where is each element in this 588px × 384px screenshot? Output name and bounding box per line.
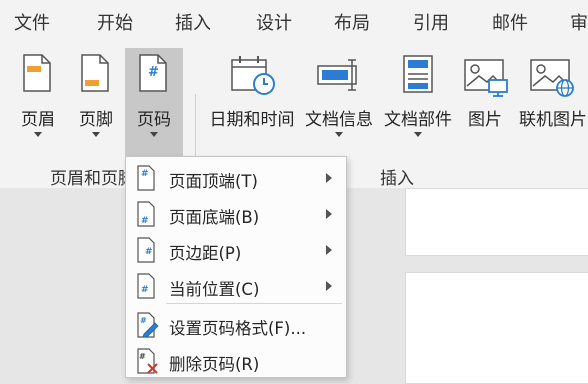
chevron-down-icon — [150, 132, 158, 137]
online-picture-icon — [530, 59, 574, 97]
group-label-insert: 插入 — [380, 169, 414, 189]
menu-design[interactable]: 设计 — [256, 9, 292, 35]
footer-icon — [81, 54, 109, 92]
menu-review[interactable]: 审 — [570, 9, 588, 35]
header-button[interactable]: 页眉 — [10, 48, 66, 164]
svg-text:#: # — [141, 169, 149, 179]
menu-layout[interactable]: 布局 — [334, 9, 370, 35]
menu-references[interactable]: 引用 — [413, 9, 449, 35]
format-page-number-icon: # — [137, 312, 159, 338]
chevron-down-icon — [335, 132, 343, 137]
menu-separator — [166, 303, 342, 304]
document-page — [405, 188, 588, 256]
menu-item-bottom-of-page[interactable]: # 页面底端(B) — [126, 196, 346, 232]
page-top-icon: # — [137, 165, 155, 191]
footer-label: 页脚 — [79, 110, 113, 130]
picture-icon — [464, 59, 508, 97]
svg-text:#: # — [141, 285, 149, 295]
menu-item-format-page-numbers[interactable]: # 设置页码格式(F)... — [126, 307, 346, 343]
online-picture-button[interactable]: 联机图片 — [513, 48, 588, 164]
picture-label: 图片 — [468, 110, 502, 130]
svg-text:#: # — [145, 247, 153, 257]
document-info-label: 文档信息 — [305, 110, 373, 130]
document-info-icon — [317, 59, 357, 91]
picture-button[interactable]: 图片 — [459, 48, 511, 164]
chevron-right-icon — [326, 281, 332, 291]
page-number-label: 页码 — [137, 110, 171, 130]
group-label-header-footer: 页眉和页脚 — [50, 169, 135, 189]
page-margin-icon: # — [137, 237, 155, 263]
header-label: 页眉 — [21, 110, 55, 130]
delete-page-number-icon: # — [137, 348, 158, 374]
menu-item-label: 页面顶端(T) — [169, 172, 258, 191]
document-page — [405, 272, 588, 384]
footer-button[interactable]: 页脚 — [68, 48, 124, 164]
document-parts-icon — [403, 55, 433, 93]
header-icon — [23, 54, 51, 92]
chevron-right-icon — [326, 173, 332, 183]
page-bottom-icon: # — [137, 201, 155, 227]
menu-file[interactable]: 文件 — [14, 9, 50, 35]
menu-bar: 文件 开始 插入 设计 布局 引用 邮件 审 — [0, 0, 588, 44]
online-picture-label: 联机图片 — [519, 110, 587, 130]
document-parts-button[interactable]: 文档部件 — [380, 48, 456, 164]
chevron-down-icon — [34, 132, 42, 137]
menu-item-label: 删除页码(R) — [169, 355, 260, 374]
chevron-down-icon — [92, 132, 100, 137]
date-time-button[interactable]: 日期和时间 — [206, 48, 298, 164]
document-info-button[interactable]: 文档信息 — [300, 48, 378, 164]
current-position-icon: # — [137, 273, 155, 299]
page-number-menu: # 页面顶端(T) # 页面底端(B) # 页边距(P) # 当前位置(C) # — [125, 156, 347, 378]
calendar-clock-icon — [231, 56, 275, 95]
menu-mailings[interactable]: 邮件 — [492, 9, 528, 35]
svg-text:#: # — [148, 65, 159, 80]
svg-text:#: # — [139, 352, 146, 361]
menu-home[interactable]: 开始 — [97, 9, 133, 35]
svg-text:#: # — [141, 216, 149, 226]
svg-text:#: # — [140, 316, 147, 325]
chevron-right-icon — [326, 209, 332, 219]
chevron-right-icon — [326, 245, 332, 255]
menu-item-label: 页边距(P) — [169, 244, 242, 263]
menu-item-top-of-page[interactable]: # 页面顶端(T) — [126, 160, 346, 196]
menu-item-page-margins[interactable]: # 页边距(P) — [126, 232, 346, 268]
menu-item-current-position[interactable]: # 当前位置(C) — [126, 268, 346, 304]
page-number-icon: # — [139, 54, 167, 92]
menu-item-label: 设置页码格式(F)... — [169, 319, 307, 338]
date-time-label: 日期和时间 — [209, 110, 295, 130]
chevron-down-icon — [414, 132, 422, 137]
menu-insert[interactable]: 插入 — [175, 9, 211, 35]
document-parts-label: 文档部件 — [384, 110, 452, 130]
menu-item-label: 当前位置(C) — [169, 280, 260, 299]
menu-item-label: 页面底端(B) — [169, 208, 260, 227]
page-number-button[interactable]: # 页码 — [125, 48, 183, 164]
